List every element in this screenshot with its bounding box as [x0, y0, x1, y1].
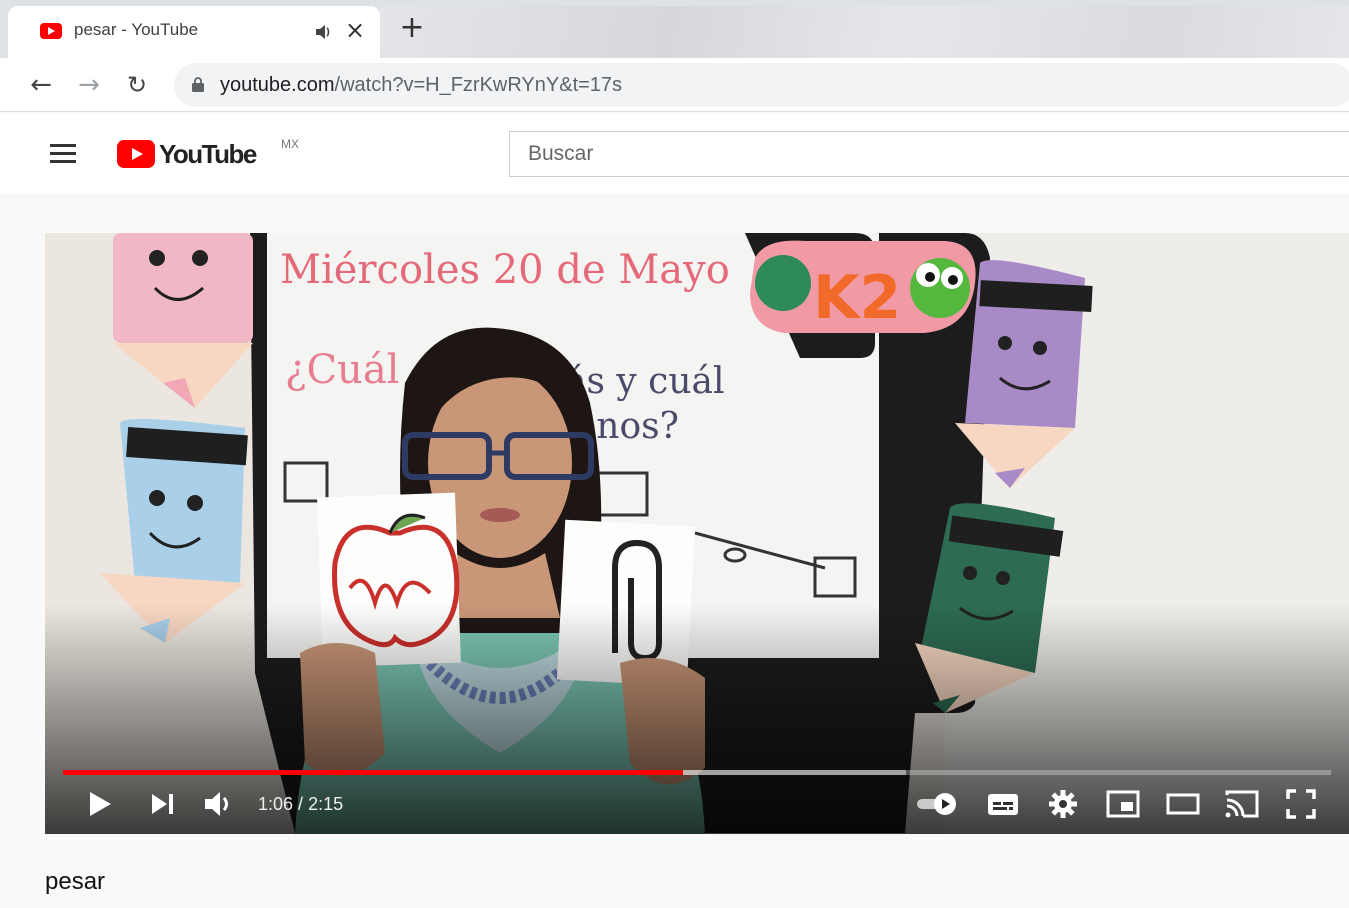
settings-button[interactable]: [1045, 786, 1081, 822]
video-title: pesar: [45, 868, 106, 895]
search-input[interactable]: [510, 132, 1349, 176]
browser-tabstrip: pesar - YouTube × +: [0, 0, 1349, 58]
mute-button[interactable]: [200, 786, 236, 822]
board-text-line1: Miércoles 20 de Mayo: [280, 247, 730, 293]
play-button[interactable]: [81, 786, 117, 822]
autoplay-toggle-icon: [917, 793, 956, 815]
subtitles-icon: [988, 794, 1018, 815]
time-display: 1:06 / 2:15: [258, 794, 343, 815]
reload-icon[interactable]: ↻: [122, 70, 152, 100]
fullscreen-button[interactable]: [1283, 786, 1319, 822]
play-icon: [90, 792, 111, 816]
time-separator: /: [293, 794, 309, 814]
youtube-masthead: YouTube MX: [0, 113, 1349, 193]
new-tab-button[interactable]: +: [398, 13, 426, 43]
theater-mode-button[interactable]: [1165, 786, 1201, 822]
subtitles-button[interactable]: [985, 786, 1021, 822]
next-icon: [152, 794, 173, 814]
miniplayer-button[interactable]: [1105, 786, 1141, 822]
forward-arrow-icon[interactable]: →: [74, 70, 104, 100]
url-text[interactable]: youtube.com/watch?v=H_FzrKwRYnY&t=17s: [220, 74, 622, 97]
video-player[interactable]: Miércoles 20 de Mayo ¿Cuál ás y cuál eno…: [45, 233, 1349, 834]
player-gradient: [45, 604, 1349, 834]
logo-text: YouTube: [159, 139, 257, 169]
search-box[interactable]: [509, 131, 1349, 177]
board-text-left: ¿Cuál: [285, 347, 399, 393]
url-host: youtube.com: [220, 74, 335, 96]
board-text-right: ás y cuál: [565, 361, 725, 402]
progress-played: [63, 770, 684, 775]
next-button[interactable]: [145, 786, 181, 822]
speaker-icon[interactable]: [313, 22, 333, 42]
badge-text: K2: [813, 263, 901, 333]
browser-tab-active[interactable]: pesar - YouTube ×: [8, 6, 380, 58]
miniplayer-icon: [1106, 790, 1140, 818]
progress-bar[interactable]: [63, 770, 1331, 775]
cast-icon: [1225, 790, 1259, 818]
fullscreen-icon: [1286, 789, 1316, 819]
gear-icon: [1049, 790, 1077, 818]
cast-button[interactable]: [1223, 786, 1261, 822]
current-time: 1:06: [258, 794, 294, 814]
back-arrow-icon[interactable]: ←: [26, 70, 56, 100]
duration: 2:15: [308, 794, 344, 814]
hamburger-menu-icon[interactable]: [50, 144, 76, 164]
address-bar[interactable]: youtube.com/watch?v=H_FzrKwRYnY&t=17s: [174, 63, 1349, 107]
tab-title: pesar - YouTube: [74, 20, 199, 39]
region-code: MX: [281, 137, 299, 151]
url-path: /watch?v=H_FzrKwRYnY&t=17s: [334, 74, 623, 96]
browser-toolbar: ← → ↻ youtube.com/watch?v=H_FzrKwRYnY&t=…: [0, 58, 1349, 112]
lock-icon: [192, 77, 204, 92]
volume-icon: [205, 792, 228, 816]
youtube-play-logo-icon: [117, 140, 155, 168]
autoplay-toggle[interactable]: [915, 786, 961, 822]
theater-mode-icon: [1166, 793, 1200, 815]
close-tab-icon[interactable]: ×: [343, 18, 367, 42]
youtube-favicon-icon: [40, 23, 62, 39]
